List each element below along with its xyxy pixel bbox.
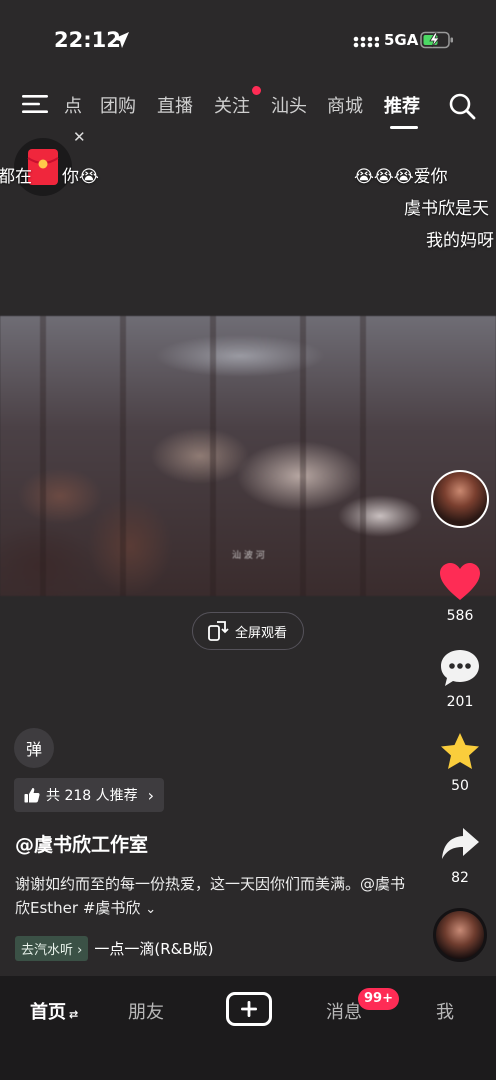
danmaku-comment: 😭😭😭爱你 xyxy=(354,167,448,187)
danmaku-toggle-label: 弹 xyxy=(25,740,42,759)
tab-recommend[interactable]: 推荐 xyxy=(384,92,420,118)
bottom-tab-bar: 首页 ⇄ 朋友 消息 99+ 我 xyxy=(0,976,496,1080)
tab-friends[interactable]: 朋友 xyxy=(128,998,164,1024)
comment-button[interactable]: 201 xyxy=(436,648,484,710)
creator-avatar[interactable] xyxy=(431,470,489,528)
tab-messages[interactable]: 消息 xyxy=(326,998,362,1024)
music-row[interactable]: 去汽水听 › 一点一滴(R&B版) xyxy=(15,936,213,961)
music-disc[interactable] xyxy=(433,908,487,962)
tab-mall[interactable]: 商城 xyxy=(327,92,363,118)
tab-dian[interactable]: 点 xyxy=(64,92,82,118)
messages-badge: 99+ xyxy=(358,988,399,1010)
music-app-tag[interactable]: 去汽水听 › xyxy=(15,936,89,961)
tab-live[interactable]: 直播 xyxy=(157,92,193,118)
chevron-right-icon: › xyxy=(73,943,83,958)
share-button[interactable]: 82 xyxy=(436,824,484,886)
video-description[interactable]: 谢谢如约而至的每一份热爱，这一天因你们而美满。@虞书欣Esther #虞书欣 ⌄ xyxy=(15,872,415,922)
music-app-tag-label: 去汽水听 xyxy=(21,943,74,958)
rotate-screen-icon xyxy=(208,621,229,641)
tab-home[interactable]: 首页 ⇄ xyxy=(30,998,78,1024)
signal-icon xyxy=(353,36,379,48)
status-time: 22:12 xyxy=(54,28,121,52)
chevron-down-icon[interactable]: ⌄ xyxy=(145,902,156,917)
notification-dot xyxy=(252,86,261,95)
tab-group-buy[interactable]: 团购 xyxy=(100,92,136,118)
chevron-right-icon: › xyxy=(147,785,155,805)
close-icon[interactable]: ✕ xyxy=(73,128,86,146)
thumbs-up-icon xyxy=(24,788,40,803)
tab-me[interactable]: 我 xyxy=(436,998,454,1024)
comment-count: 201 xyxy=(446,694,474,710)
favorite-count: 50 xyxy=(451,778,469,794)
tab-following[interactable]: 关注 xyxy=(214,92,250,118)
tab-home-label: 首页 xyxy=(30,1002,66,1023)
like-count: 586 xyxy=(446,608,474,624)
danmaku-comment: 你😭 xyxy=(62,167,99,187)
danmaku-comment: 都在 xyxy=(0,167,32,187)
author-name[interactable]: @虞书欣工作室 xyxy=(15,830,148,857)
share-count: 82 xyxy=(451,870,469,886)
share-arrow-icon xyxy=(442,828,479,859)
danmaku-comment: 虞书欣是天 xyxy=(404,199,489,219)
recommend-label: 共 218 人推荐 xyxy=(46,788,138,804)
danmaku-comment: 我的妈呀 xyxy=(426,231,494,251)
tab-shantou[interactable]: 汕头 xyxy=(271,92,307,118)
menu-icon[interactable] xyxy=(22,94,48,114)
danmaku-toggle-button[interactable]: 弹 xyxy=(14,728,54,768)
description-text: 谢谢如约而至的每一份热爱，这一天因你们而美满。@虞书欣Esther #虞书欣 xyxy=(15,875,406,917)
recommend-chip[interactable]: 共 218 人推荐 › xyxy=(14,778,165,812)
create-post-button[interactable] xyxy=(226,992,272,1026)
location-arrow-icon xyxy=(113,32,129,48)
star-icon xyxy=(441,733,479,769)
music-title: 一点一滴(R&B版) xyxy=(94,940,214,958)
network-type: 5GA xyxy=(384,31,419,49)
status-bar: 22:12 5GA xyxy=(0,0,496,80)
comment-icon xyxy=(441,650,479,686)
battery-charging-icon xyxy=(420,31,453,49)
fullscreen-label: 全屏观看 xyxy=(235,625,288,641)
favorite-button[interactable]: 50 xyxy=(436,732,484,794)
like-button[interactable]: 586 xyxy=(436,562,484,624)
search-icon[interactable] xyxy=(448,92,476,120)
plus-icon xyxy=(241,1001,257,1017)
switch-arrows-icon: ⇄ xyxy=(69,1008,79,1021)
video-player[interactable]: 汕 波 河 xyxy=(0,316,496,596)
active-tab-indicator xyxy=(390,126,418,129)
video-watermark: 汕 波 河 xyxy=(232,551,265,561)
top-nav: 点 团购 直播 关注 汕头 商城 推荐 xyxy=(0,84,496,129)
heart-icon xyxy=(440,563,480,600)
fullscreen-button[interactable]: 全屏观看 xyxy=(192,612,304,650)
